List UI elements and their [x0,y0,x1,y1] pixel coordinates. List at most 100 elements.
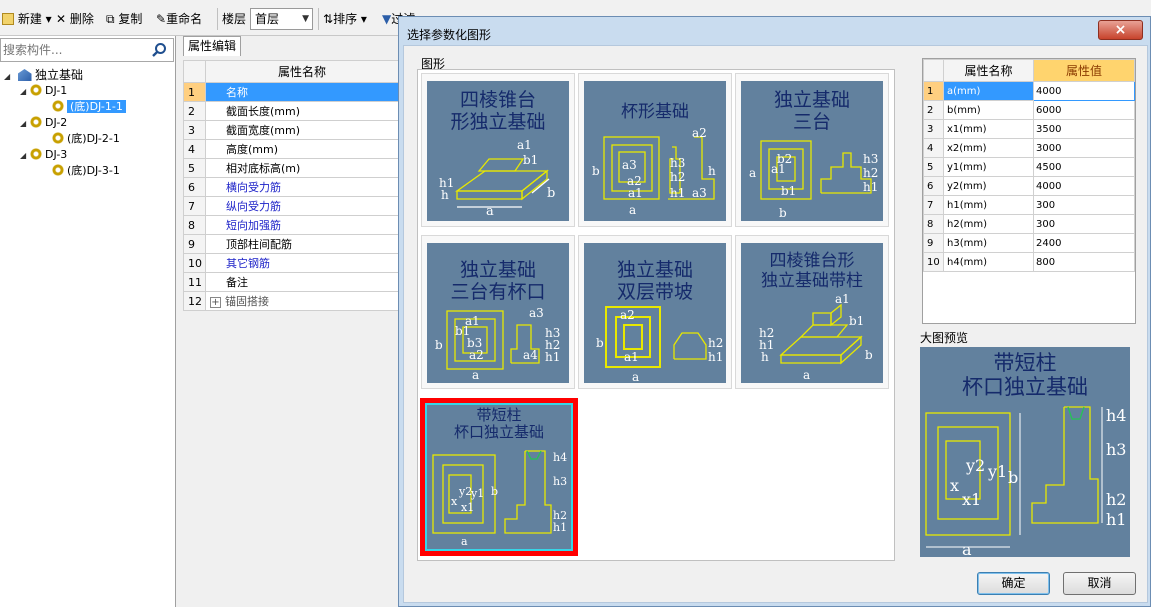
thumb-title: 四棱锥台形 [769,251,855,271]
table-row[interactable]: 6 横向受力筋 [183,177,399,197]
table-row[interactable]: 1 a(mm) 4000 [923,81,1135,101]
value-cell[interactable]: 3000 [1033,138,1135,158]
svg-text:a2: a2 [469,348,484,362]
shape-thumb-3[interactable]: 独立基础 三台 b a a1 b2 b1 h3 h2 h1 [735,73,889,227]
shape-thumb-6[interactable]: 四棱锥台形 独立基础带柱 a b a1 b1 h2 h1 h [735,235,889,389]
tree-root[interactable]: ◢ 独立基础 [4,67,83,83]
value-cell[interactable]: 3500 [1033,119,1135,139]
table-row[interactable]: 3 x1(mm) 3500 [923,119,1135,139]
shape-thumb-5[interactable]: 独立基础 双层带坡 a b a2 a1 h2 h1 [578,235,732,389]
value-cell[interactable]: 4500 [1033,157,1135,177]
rename-button[interactable]: ✎重命名 [156,10,202,28]
cancel-button[interactable]: 取消 [1063,572,1136,595]
svg-text:h2: h2 [670,170,685,184]
tree-item-dj1-1[interactable]: (底)DJ-1-1 [52,99,126,115]
svg-text:x: x [451,495,458,508]
table-row[interactable]: 3 截面宽度(mm) [183,120,399,140]
svg-text:a1: a1 [624,350,639,364]
value-cell[interactable]: 4000 [1033,176,1135,196]
floor-select[interactable]: 首层 ▼ [250,8,313,30]
svg-text:a1: a1 [517,138,532,152]
value-cell[interactable]: 800 [1033,252,1135,272]
shape-thumb-2[interactable]: 杯形基础 a b a3 a2 a1 a2 h3 h2 h h1 a3 [578,73,732,227]
collapse-icon[interactable]: ◢ [20,84,30,100]
table-row[interactable]: 2 b(mm) 6000 [923,100,1135,120]
dialog-title: 选择参数化图形 [407,28,492,42]
gear-icon [30,116,42,128]
delete-button[interactable]: ✕ 删除 [56,10,94,28]
svg-text:b: b [547,186,555,201]
table-row[interactable]: 11 备注 [183,272,399,292]
chevron-down-icon: ▼ [302,14,309,24]
shape-drawing: ab a3a2a1a2h3h2 hh1 a3 [592,126,716,217]
copy-button[interactable]: ⧉ 复制 [106,10,142,28]
table-row[interactable]: 10 h4(mm) 800 [923,252,1135,272]
thumb-title: 形独立基础 [450,111,546,133]
svg-text:h1: h1 [670,186,685,200]
gear-icon [30,84,42,96]
new-button[interactable]: 新建 ▾ [2,10,52,28]
shape-drawing: a b a2 a1 h2h1 [596,306,723,383]
tree-item-dj2[interactable]: ◢ DJ-2 [20,115,67,131]
collapse-icon[interactable]: ◢ [20,148,30,164]
value-cell[interactable]: 4000 [1033,81,1135,101]
svg-text:a: a [472,368,479,382]
table-row[interactable]: 7 纵向受力筋 [183,196,399,216]
svg-text:b: b [435,338,443,352]
table-row[interactable]: 4 x2(mm) 3000 [923,138,1135,158]
thumb-title: 双层带坡 [616,281,693,303]
sort-button[interactable]: ⇅排序 ▾ [323,10,367,28]
svg-text:y1: y1 [470,487,484,500]
floor-label: 楼层 [222,12,247,26]
collapse-icon[interactable]: ◢ [4,69,14,85]
table-row[interactable]: 5 y1(mm) 4500 [923,157,1135,177]
table-row[interactable]: 6 y2(mm) 4000 [923,176,1135,196]
table-row[interactable]: 7 h1(mm) 300 [923,195,1135,215]
collapse-icon[interactable]: ◢ [20,116,30,132]
tree-item-dj3[interactable]: ◢ DJ-3 [20,147,67,163]
tree-item-dj1[interactable]: ◢ DJ-1 [20,83,67,99]
filter-icon: ▼ [382,12,392,26]
tree-item-dj2-1[interactable]: (底)DJ-2-1 [52,131,120,147]
table-row[interactable]: 4 高度(mm) [183,139,399,159]
search-box [0,38,174,62]
svg-text:a1: a1 [835,293,850,306]
table-row[interactable]: 2 截面长度(mm) [183,101,399,121]
search-icon[interactable] [151,42,167,58]
foundation-icon [17,69,32,81]
value-cell[interactable]: 2400 [1033,233,1135,253]
table-row[interactable]: 8 h2(mm) 300 [923,214,1135,234]
shape-thumb-7-selected[interactable]: 带短柱 杯口独立基础 a b x x1 y2 y1 h4 h3 h2 h1 [420,398,578,556]
expand-icon[interactable]: + [210,297,221,308]
tab-property-edit[interactable]: 属性编辑 [183,36,241,56]
svg-text:b: b [592,164,600,178]
table-row[interactable]: 10 其它钢筋 [183,253,399,273]
search-input[interactable] [1,39,141,61]
svg-text:y1: y1 [987,462,1007,481]
close-button[interactable]: × [1098,20,1143,40]
table-row[interactable]: 12 + 锚固搭接 [183,291,399,311]
svg-text:a3: a3 [692,186,707,200]
table-row[interactable]: 9 顶部柱间配筋 [183,234,399,254]
table-row[interactable]: 5 相对底标高(m) [183,158,399,178]
svg-text:b: b [596,336,604,350]
svg-text:b: b [491,485,498,498]
shape-thumb-4[interactable]: 独立基础 三台有杯口 a b a1 b1 b3 a2 a3 h3 h2 h1 a4 [421,235,575,389]
sort-icon: ⇅ [323,12,334,26]
svg-text:a: a [803,368,810,382]
value-cell[interactable]: 300 [1033,195,1135,215]
property-table: 属性名称 1 名称 2 截面长度(mm) 3 截面宽度(mm) 4 高度(mm) 5 相对… [183,60,399,311]
svg-text:h2: h2 [708,336,723,350]
table-row[interactable]: 8 短向加强筋 [183,215,399,235]
svg-text:y2: y2 [965,456,985,475]
shape-thumb-1[interactable]: 四棱锥台 形独立基础 ab a1 b1 h1 h [421,73,575,227]
svg-text:b2: b2 [777,152,792,166]
svg-text:a3: a3 [622,158,637,172]
svg-text:a3: a3 [529,306,544,320]
table-row[interactable]: 1 名称 [183,82,399,102]
value-cell[interactable]: 300 [1033,214,1135,234]
ok-button[interactable]: 确定 [977,572,1050,595]
value-cell[interactable]: 6000 [1033,100,1135,120]
tree-item-dj3-1[interactable]: (底)DJ-3-1 [52,163,120,179]
table-row[interactable]: 9 h3(mm) 2400 [923,233,1135,253]
